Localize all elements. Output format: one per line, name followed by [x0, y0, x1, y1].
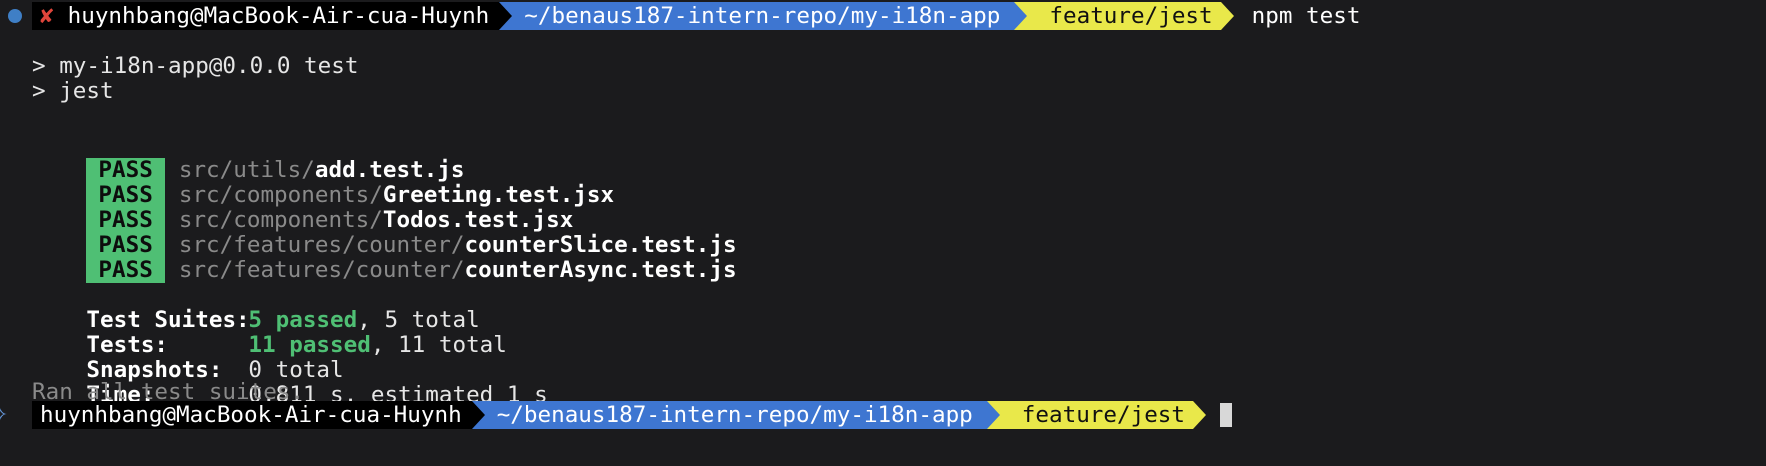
- prompt-directory: ~/benaus187-intern-repo/my-i18n-app: [496, 402, 973, 428]
- segment-separator-icon: [1014, 2, 1028, 30]
- test-result-row: PASS src/components/Todos.test.jsx: [32, 178, 573, 233]
- prompt-git-segment: feature/jest: [1027, 2, 1221, 30]
- test-result-row: PASS src/components/Greeting.test.jsx: [32, 153, 614, 208]
- script-header-line: > my-i18n-app@0.0.0 test: [32, 53, 359, 79]
- prompt-user-segment: ✘ huynhbang@MacBook-Air-cua-Huynh: [32, 2, 500, 30]
- test-result-row: PASS src/utils/add.test.js: [32, 128, 465, 183]
- terminal-window[interactable]: ✘ huynhbang@MacBook-Air-cua-Huynh ~/bena…: [0, 0, 1766, 466]
- segment-separator-icon: [471, 401, 485, 429]
- summary-time-line: Time: 0.811 s, estimated 1 s: [32, 353, 547, 408]
- command-mark-dot: [8, 9, 22, 23]
- test-result-row: PASS src/features/counter/counterSlice.te…: [32, 203, 737, 258]
- prompt-user: huynhbang@MacBook-Air-cua-Huynh: [40, 402, 462, 428]
- prompt-git-segment: feature/jest: [999, 401, 1194, 429]
- prompt-branch: feature/jest: [1049, 3, 1213, 29]
- text-cursor: [1220, 403, 1233, 427]
- summary-suites-line: Test Suites:5 passed, 5 total: [32, 278, 479, 333]
- prompt-directory: ~/benaus187-intern-repo/my-i18n-app: [524, 3, 1001, 29]
- segment-separator-icon: [1220, 2, 1234, 30]
- prompt-dir-segment: ~/benaus187-intern-repo/my-i18n-app: [512, 2, 1015, 30]
- prompt-mark-icon: ✧: [0, 401, 8, 426]
- prompt-dir-segment: ~/benaus187-intern-repo/my-i18n-app: [484, 401, 987, 429]
- test-result-row: PASS src/features/counter/counterAsync.te…: [32, 228, 737, 283]
- error-status-icon: ✘: [40, 3, 54, 29]
- prompt-user: huynhbang@MacBook-Air-cua-Huynh: [67, 3, 490, 29]
- summary-snapshots-line: Snapshots: 0 total: [32, 328, 343, 383]
- segment-separator-icon: [499, 2, 513, 30]
- test-file-name: counterAsync.test.js: [464, 257, 737, 283]
- prompt-line-current: huynhbang@MacBook-Air-cua-Huynh ~/benaus…: [32, 401, 1238, 429]
- script-header-line: > jest: [32, 78, 114, 104]
- segment-separator-icon: [986, 401, 1000, 429]
- summary-tests-line: Tests: 11 passed, 11 total: [32, 303, 506, 358]
- prompt-branch: feature/jest: [1021, 402, 1186, 428]
- segment-separator-icon: [1193, 401, 1207, 429]
- cursor-area[interactable]: [1206, 401, 1238, 429]
- prompt-line: ✘ huynhbang@MacBook-Air-cua-Huynh ~/bena…: [32, 2, 1366, 30]
- prompt-user-segment: huynhbang@MacBook-Air-cua-Huynh: [32, 401, 472, 429]
- typed-command: npm test: [1251, 3, 1361, 29]
